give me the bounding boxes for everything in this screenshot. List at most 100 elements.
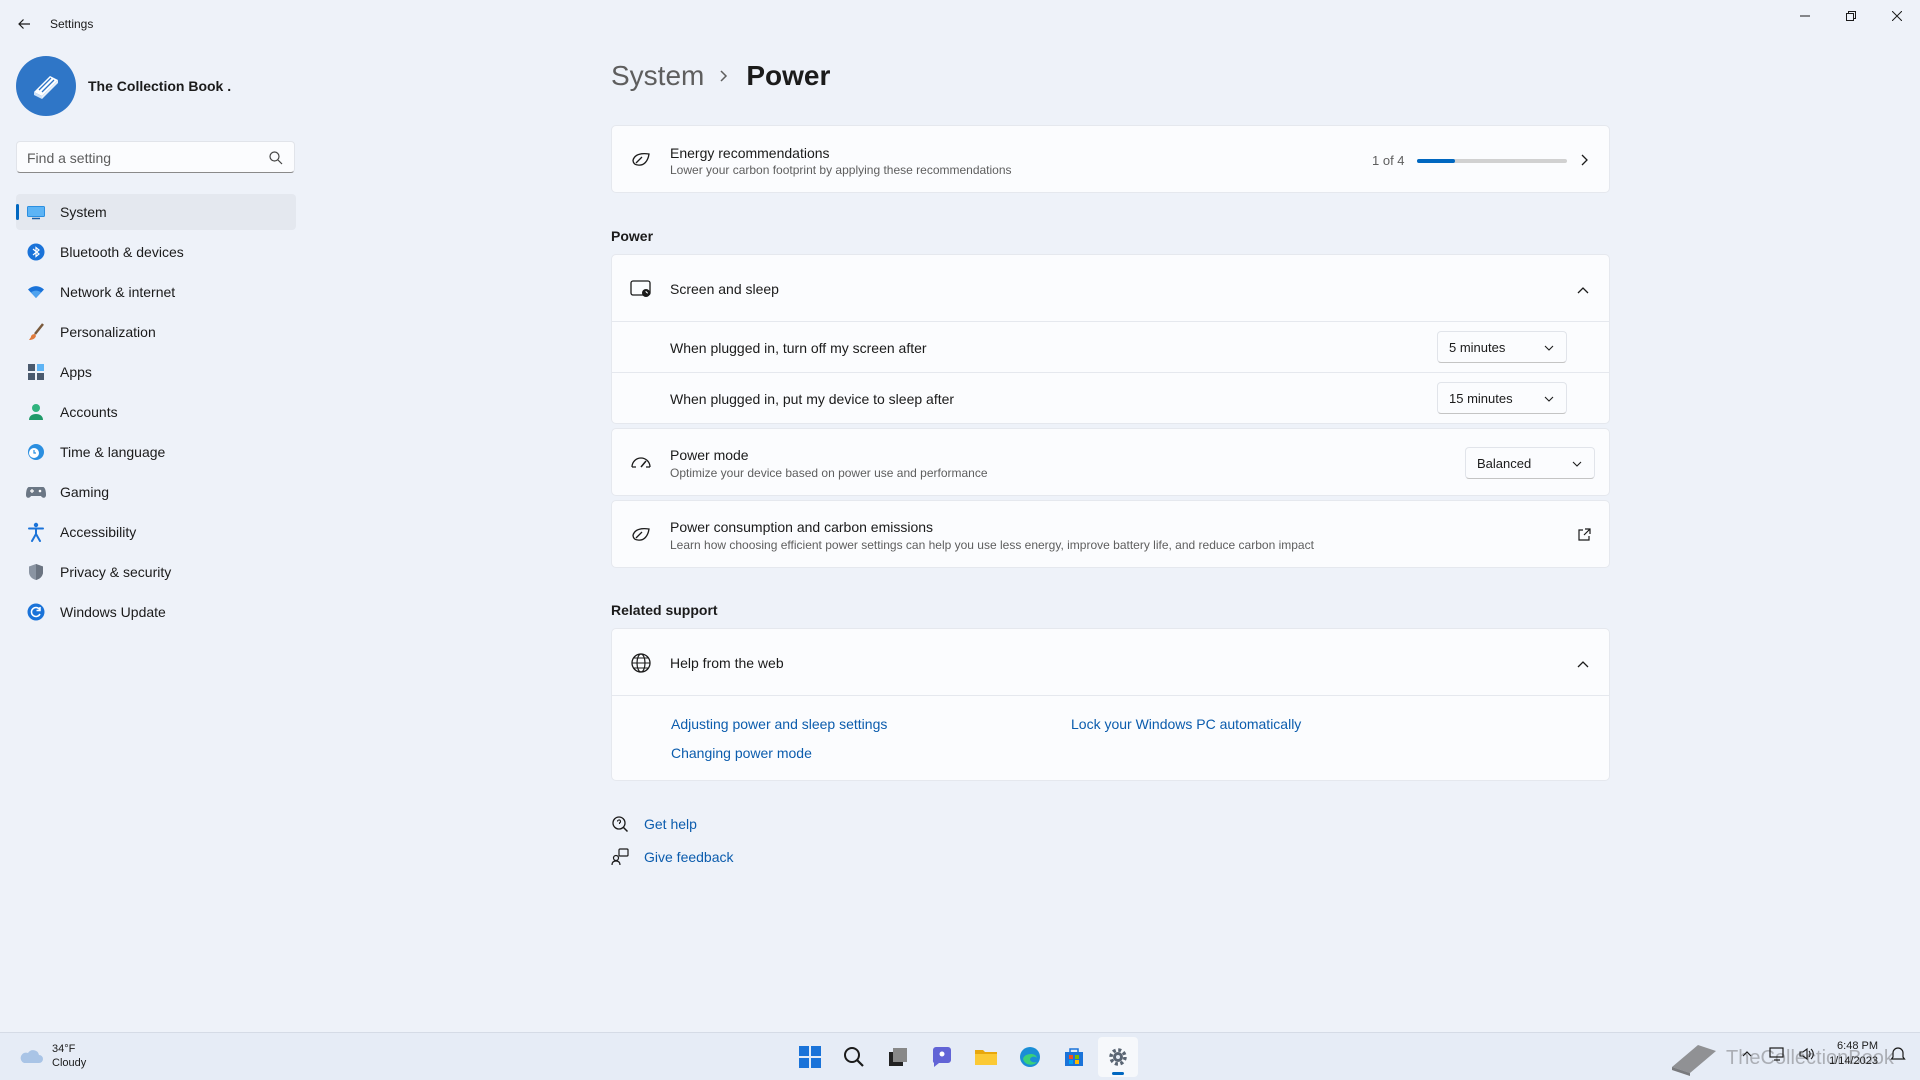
sidebar-item-windows-update[interactable]: Windows Update (16, 594, 296, 630)
gamepad-icon (26, 482, 46, 502)
get-help-link[interactable]: Get help (644, 816, 697, 832)
search-input[interactable] (27, 148, 257, 168)
sidebar-item-network[interactable]: Network & internet (16, 274, 296, 310)
chevron-right-icon (718, 69, 732, 83)
chat-button[interactable] (922, 1037, 962, 1077)
power-mode-card: Power mode Optimize your device based on… (611, 428, 1610, 496)
edge-icon (1020, 1047, 1040, 1067)
sidebar-item-personalization[interactable]: Personalization (16, 314, 296, 350)
chevron-up-icon[interactable] (1577, 657, 1589, 675)
chevron-right-icon[interactable] (1579, 153, 1589, 172)
screen-timeout-dropdown[interactable]: 5 minutes (1437, 331, 1567, 363)
window-controls (1782, 0, 1920, 32)
settings-app-button[interactable] (1098, 1037, 1138, 1077)
search-icon (844, 1047, 864, 1067)
help-web-expander[interactable]: Help from the web (611, 628, 1610, 696)
taskbar-apps (790, 1037, 1142, 1077)
sidebar-item-bluetooth[interactable]: Bluetooth & devices (16, 234, 296, 270)
bluetooth-icon (26, 242, 46, 262)
breadcrumb-parent[interactable]: System (611, 60, 704, 92)
sleep-timeout-row: When plugged in, put my device to sleep … (611, 373, 1610, 424)
minimize-icon (1800, 15, 1810, 17)
sidebar-item-system[interactable]: System (16, 194, 296, 230)
power-consumption-subtitle: Learn how choosing efficient power setti… (670, 538, 1314, 552)
sidebar-item-gaming[interactable]: Gaming (16, 474, 296, 510)
help-web-title: Help from the web (670, 655, 784, 671)
accessibility-icon (26, 522, 46, 542)
open-external-icon[interactable] (1577, 528, 1591, 547)
file-explorer-button[interactable] (966, 1037, 1006, 1077)
notification-icon[interactable] (1888, 1044, 1908, 1064)
app-title: Settings (50, 17, 94, 31)
sidebar-item-time-language[interactable]: Time & language (16, 434, 296, 470)
sidebar-item-label: Privacy & security (60, 564, 172, 580)
edge-browser-button[interactable] (1010, 1037, 1050, 1077)
globe-clock-icon (26, 442, 46, 462)
cloud-icon (20, 1050, 43, 1063)
give-feedback-link[interactable]: Give feedback (644, 849, 734, 865)
user-profile[interactable]: The Collection Book . (16, 56, 231, 116)
give-feedback-row[interactable]: Give feedback (611, 848, 734, 866)
task-view-button[interactable] (878, 1037, 918, 1077)
progress-bar-fill (1417, 159, 1455, 163)
clock[interactable]: 6:48 PM 1/14/2023 (1829, 1039, 1878, 1069)
sidebar-item-accessibility[interactable]: Accessibility (16, 514, 296, 550)
chevron-up-icon[interactable] (1577, 283, 1589, 301)
back-button[interactable] (12, 12, 36, 36)
close-button[interactable] (1874, 0, 1920, 32)
search-box[interactable] (16, 141, 295, 173)
screen-timeout-label: When plugged in, turn off my screen afte… (670, 340, 927, 356)
sidebar-item-apps[interactable]: Apps (16, 354, 296, 390)
sleep-timeout-dropdown[interactable]: 15 minutes (1437, 382, 1567, 414)
profile-name: The Collection Book . (88, 78, 232, 94)
system-tray: 6:48 PM 1/14/2023 (1727, 1039, 1908, 1069)
sidebar-item-label: Apps (60, 364, 92, 380)
book-watermark-icon (1672, 1045, 1716, 1076)
chevron-down-icon (1572, 461, 1582, 467)
power-consumption-card[interactable]: Power consumption and carbon emissions L… (611, 500, 1610, 568)
search-icon[interactable] (268, 150, 284, 166)
sidebar-item-privacy[interactable]: Privacy & security (16, 554, 296, 590)
sidebar-item-label: Network & internet (60, 284, 176, 300)
sidebar-item-label: Gaming (60, 484, 110, 500)
weather-widget[interactable]: 34°F Cloudy (18, 1042, 86, 1070)
screen-sleep-expander[interactable]: Screen and sleep (611, 254, 1610, 322)
folder-icon (975, 1050, 997, 1065)
taskbar: 34°F Cloudy TheCollectionBook 6:48 PM 1/… (0, 1032, 1920, 1080)
start-button[interactable] (790, 1037, 830, 1077)
help-link[interactable]: Changing power mode (671, 745, 812, 761)
weather-desc: Cloudy (52, 1057, 87, 1069)
store-icon (1065, 1048, 1083, 1066)
leaf-heart-icon (629, 148, 653, 172)
network-icon[interactable] (1767, 1044, 1787, 1064)
help-link[interactable]: Lock your Windows PC automatically (1071, 716, 1301, 732)
chevron-down-icon (1544, 396, 1554, 402)
power-gauge-icon (629, 451, 653, 475)
energy-recommendations-card[interactable]: Energy recommendations Lower your carbon… (611, 125, 1610, 193)
clock-time: 6:48 PM (1837, 1040, 1878, 1052)
gear-icon (1109, 1048, 1127, 1066)
sidebar-item-label: Accessibility (60, 524, 137, 540)
power-section-heading: Power (611, 228, 654, 244)
page-title: Power (746, 60, 831, 91)
help-link[interactable]: Adjusting power and sleep settings (671, 716, 887, 732)
avatar (16, 56, 76, 116)
minimize-button[interactable] (1782, 0, 1828, 32)
volume-icon[interactable] (1797, 1044, 1817, 1064)
store-button[interactable] (1054, 1037, 1094, 1077)
taskbar-search-button[interactable] (834, 1037, 874, 1077)
get-help-row[interactable]: Get help (611, 815, 697, 833)
restore-button[interactable] (1828, 0, 1874, 32)
get-help-icon (612, 816, 629, 833)
sidebar-item-accounts[interactable]: Accounts (16, 394, 296, 430)
wifi-icon (26, 282, 46, 302)
sidebar-item-label: Bluetooth & devices (60, 244, 184, 260)
weather-temp: 34°F (52, 1043, 76, 1055)
windows-logo-icon (799, 1046, 821, 1068)
globe-icon (629, 651, 653, 675)
help-web-links-panel: Adjusting power and sleep settings Chang… (611, 696, 1610, 781)
power-mode-dropdown[interactable]: Balanced (1465, 447, 1595, 479)
chevron-up-icon[interactable] (1737, 1044, 1757, 1064)
sidebar-item-label: Time & language (60, 444, 166, 460)
shield-icon (26, 562, 46, 582)
